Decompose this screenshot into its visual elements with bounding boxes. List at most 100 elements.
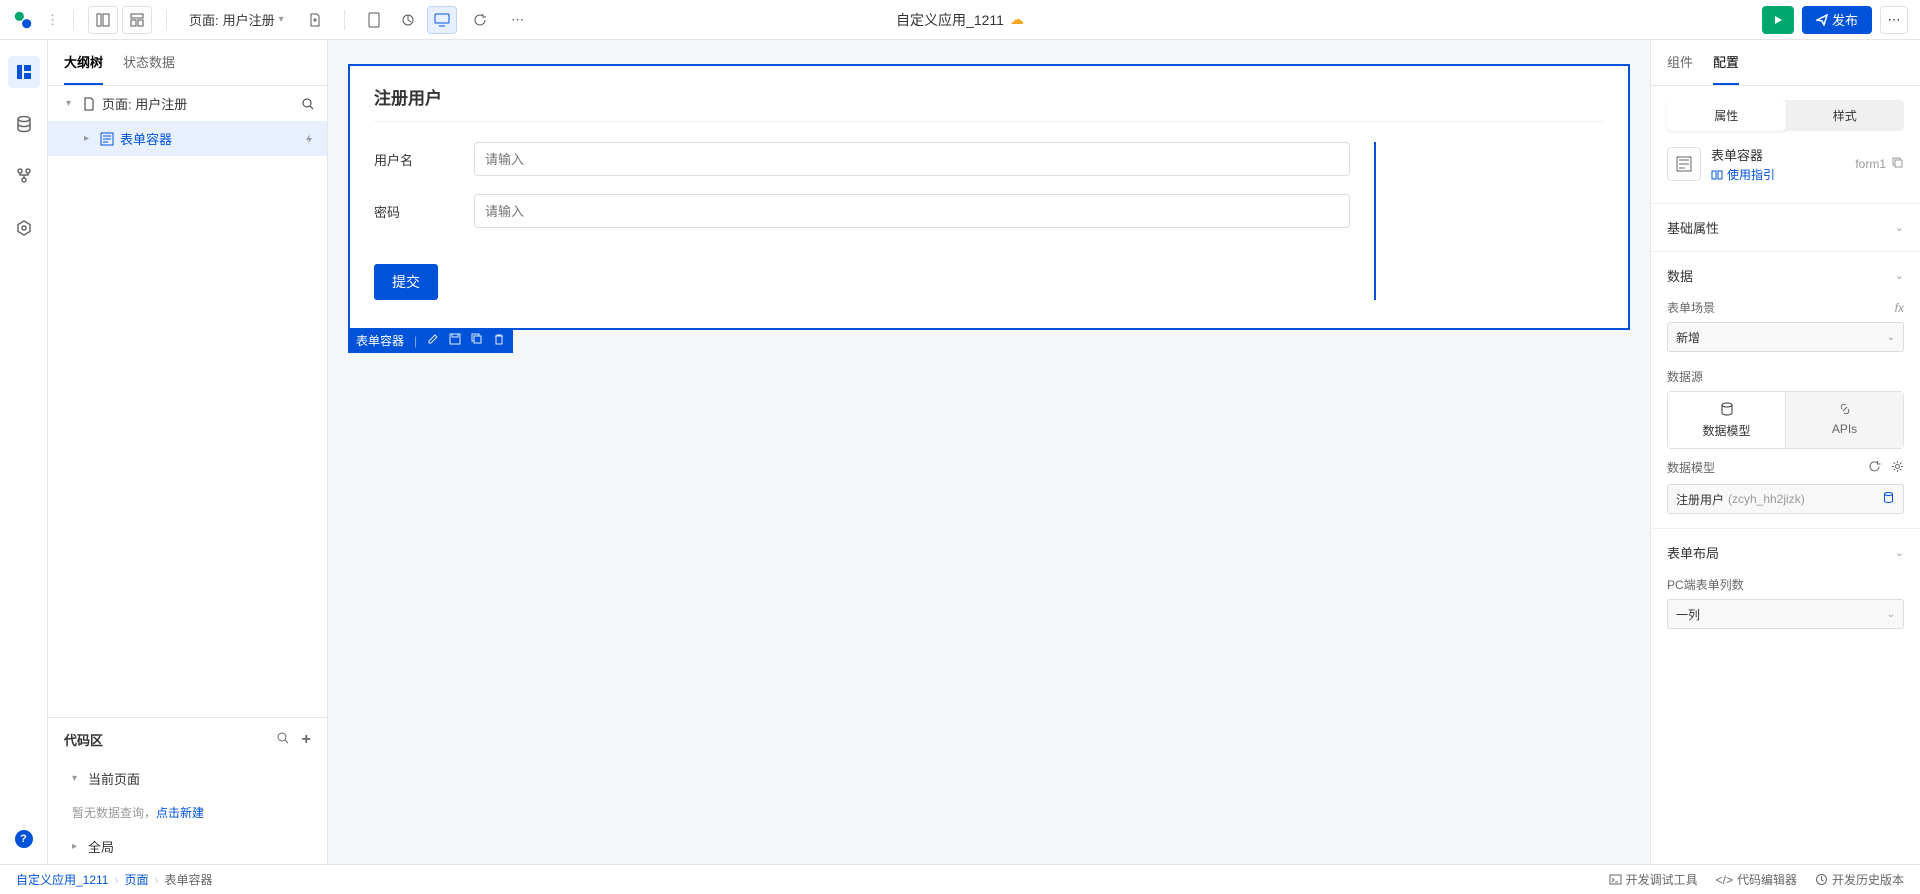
component-id: form1 xyxy=(1855,157,1886,171)
desktop-preview-button[interactable] xyxy=(427,6,457,34)
add-icon[interactable]: + xyxy=(302,731,311,749)
terminal-icon xyxy=(1609,873,1622,886)
menu-dots[interactable]: ⋮ xyxy=(46,12,59,28)
cloud-icon: ☁ xyxy=(1010,11,1024,28)
gear-icon[interactable] xyxy=(1891,460,1904,476)
form-title: 注册用户 xyxy=(374,84,1604,122)
data-source-toggle: 数据模型 APIs xyxy=(1667,391,1904,449)
caret-icon: ▸ xyxy=(84,133,94,144)
section-layout: 表单布局 ⌄ PC端表单列数 一列 ⌄ xyxy=(1651,528,1920,643)
send-icon xyxy=(1816,14,1828,26)
tab-config[interactable]: 配置 xyxy=(1713,40,1739,85)
more-options-button[interactable]: ⋯ xyxy=(503,6,533,34)
search-icon[interactable] xyxy=(301,97,315,111)
tab-components[interactable]: 组件 xyxy=(1667,40,1693,85)
username-row: 用户名 xyxy=(374,142,1350,176)
rail-workflow[interactable] xyxy=(8,160,40,192)
submit-button[interactable]: 提交 xyxy=(374,264,438,300)
code-section: 代码区 + ▾ 当前页面 暂无数据查询，点击新建 ▸ 全局 xyxy=(48,717,327,864)
layout-button-1[interactable] xyxy=(88,6,118,34)
caret-icon: ▾ xyxy=(66,98,76,109)
toggle-attr[interactable]: 属性 xyxy=(1667,100,1786,131)
chevron-down-icon: ▾ xyxy=(279,14,284,25)
crumb-app[interactable]: 自定义应用_1211 xyxy=(16,871,108,888)
password-row: 密码 xyxy=(374,194,1350,228)
preview-button[interactable] xyxy=(1762,6,1794,34)
edit-icon[interactable] xyxy=(427,333,439,348)
chevron-down-icon: ⌄ xyxy=(1887,609,1895,620)
fx-icon[interactable]: fx xyxy=(1895,301,1904,315)
section-data: 数据 ⌄ 表单场景 fx 新增 ⌄ 数据源 数据模型 xyxy=(1651,251,1920,528)
username-label: 用户名 xyxy=(374,150,474,169)
chevron-down-icon: ⌄ xyxy=(1887,332,1895,343)
model-select[interactable]: 注册用户 (zcyh_hh2jizk) xyxy=(1667,484,1904,514)
section-data-header[interactable]: 数据 ⌄ xyxy=(1651,252,1920,299)
section-basic-header[interactable]: 基础属性 ⌄ xyxy=(1651,204,1920,251)
chevron-down-icon: ⌄ xyxy=(1895,221,1904,234)
crumb-current: 表单容器 xyxy=(165,871,213,888)
caret-icon: ▾ xyxy=(72,773,82,784)
ds-apis-option[interactable]: APIs xyxy=(1786,392,1903,448)
ds-model-option[interactable]: 数据模型 xyxy=(1668,392,1785,448)
refresh-icon[interactable] xyxy=(1868,460,1881,476)
save-icon[interactable] xyxy=(449,333,461,348)
code-area-title: 代码区 xyxy=(64,730,103,749)
tab-outline[interactable]: 大纲树 xyxy=(64,40,103,85)
new-page-button[interactable] xyxy=(300,6,330,34)
password-label: 密码 xyxy=(374,202,474,221)
refresh-button[interactable] xyxy=(465,6,495,34)
database-icon xyxy=(1882,491,1895,507)
top-more-button[interactable]: ⋯ xyxy=(1880,6,1908,34)
tab-state[interactable]: 状态数据 xyxy=(123,40,175,85)
component-icon xyxy=(1667,147,1701,181)
right-panel: 组件 配置 属性 样式 表单容器 使用指引 form1 xyxy=(1650,40,1920,864)
caret-icon: ▸ xyxy=(72,841,82,852)
section-basic: 基础属性 ⌄ xyxy=(1651,203,1920,251)
search-icon[interactable] xyxy=(276,731,290,748)
pc-columns-select[interactable]: 一列 ⌄ xyxy=(1667,599,1904,629)
crumb-page[interactable]: 页面 xyxy=(124,871,148,888)
form-right-slot[interactable] xyxy=(1374,142,1604,300)
rail-pages[interactable] xyxy=(8,56,40,88)
history[interactable]: 开发历史版本 xyxy=(1815,871,1904,888)
data-source-label: 数据源 xyxy=(1667,368,1904,385)
form-container-card[interactable]: 注册用户 用户名 密码 提交 xyxy=(348,64,1630,330)
username-input[interactable] xyxy=(474,142,1350,176)
copy-icon[interactable] xyxy=(471,333,483,348)
password-input[interactable] xyxy=(474,194,1350,228)
page-selector[interactable]: 页面: 用户注册 ▾ xyxy=(181,10,292,29)
toggle-style[interactable]: 样式 xyxy=(1786,100,1905,131)
left-rail: ? xyxy=(0,40,48,864)
guide-link[interactable]: 使用指引 xyxy=(1711,166,1845,183)
tree-page-row[interactable]: ▾ 页面: 用户注册 xyxy=(48,86,327,121)
code-current-page[interactable]: ▾ 当前页面 xyxy=(48,761,327,796)
pc-columns-label: PC端表单列数 xyxy=(1667,576,1904,593)
delete-icon[interactable] xyxy=(493,333,505,348)
layout-button-2[interactable] xyxy=(122,6,152,34)
publish-button[interactable]: 发布 xyxy=(1802,6,1872,34)
model-label: 数据模型 xyxy=(1667,459,1715,476)
left-panel: 大纲树 状态数据 ▾ 页面: 用户注册 ▸ 表单容器 代码区 xyxy=(48,40,328,864)
app-title: 自定义应用_1211 ☁ xyxy=(896,10,1024,30)
tree-form-container[interactable]: ▸ 表单容器 xyxy=(48,121,327,156)
rail-settings[interactable] xyxy=(8,212,40,244)
code-global[interactable]: ▸ 全局 xyxy=(48,829,327,864)
tablet-preview-button[interactable] xyxy=(393,6,423,34)
debug-tools[interactable]: 开发调试工具 xyxy=(1609,871,1698,888)
lightning-icon xyxy=(303,133,315,145)
book-icon xyxy=(1711,169,1723,181)
form-scene-select[interactable]: 新增 ⌄ xyxy=(1667,322,1904,352)
help-button[interactable]: ? xyxy=(15,830,33,848)
code-editor[interactable]: </> 代码编辑器 xyxy=(1716,871,1797,888)
clock-icon xyxy=(1815,873,1828,886)
mobile-preview-button[interactable] xyxy=(359,6,389,34)
section-layout-header[interactable]: 表单布局 ⌄ xyxy=(1651,529,1920,576)
selection-label: 表单容器 xyxy=(356,332,404,349)
new-query-link[interactable]: 点击新建 xyxy=(156,806,204,820)
component-name: 表单容器 xyxy=(1711,145,1845,164)
copy-id-icon[interactable] xyxy=(1892,157,1904,172)
code-empty-state: 暂无数据查询，点击新建 xyxy=(48,796,327,829)
form-scene-label: 表单场景 xyxy=(1667,299,1715,316)
form-icon xyxy=(100,132,114,146)
rail-database[interactable] xyxy=(8,108,40,140)
